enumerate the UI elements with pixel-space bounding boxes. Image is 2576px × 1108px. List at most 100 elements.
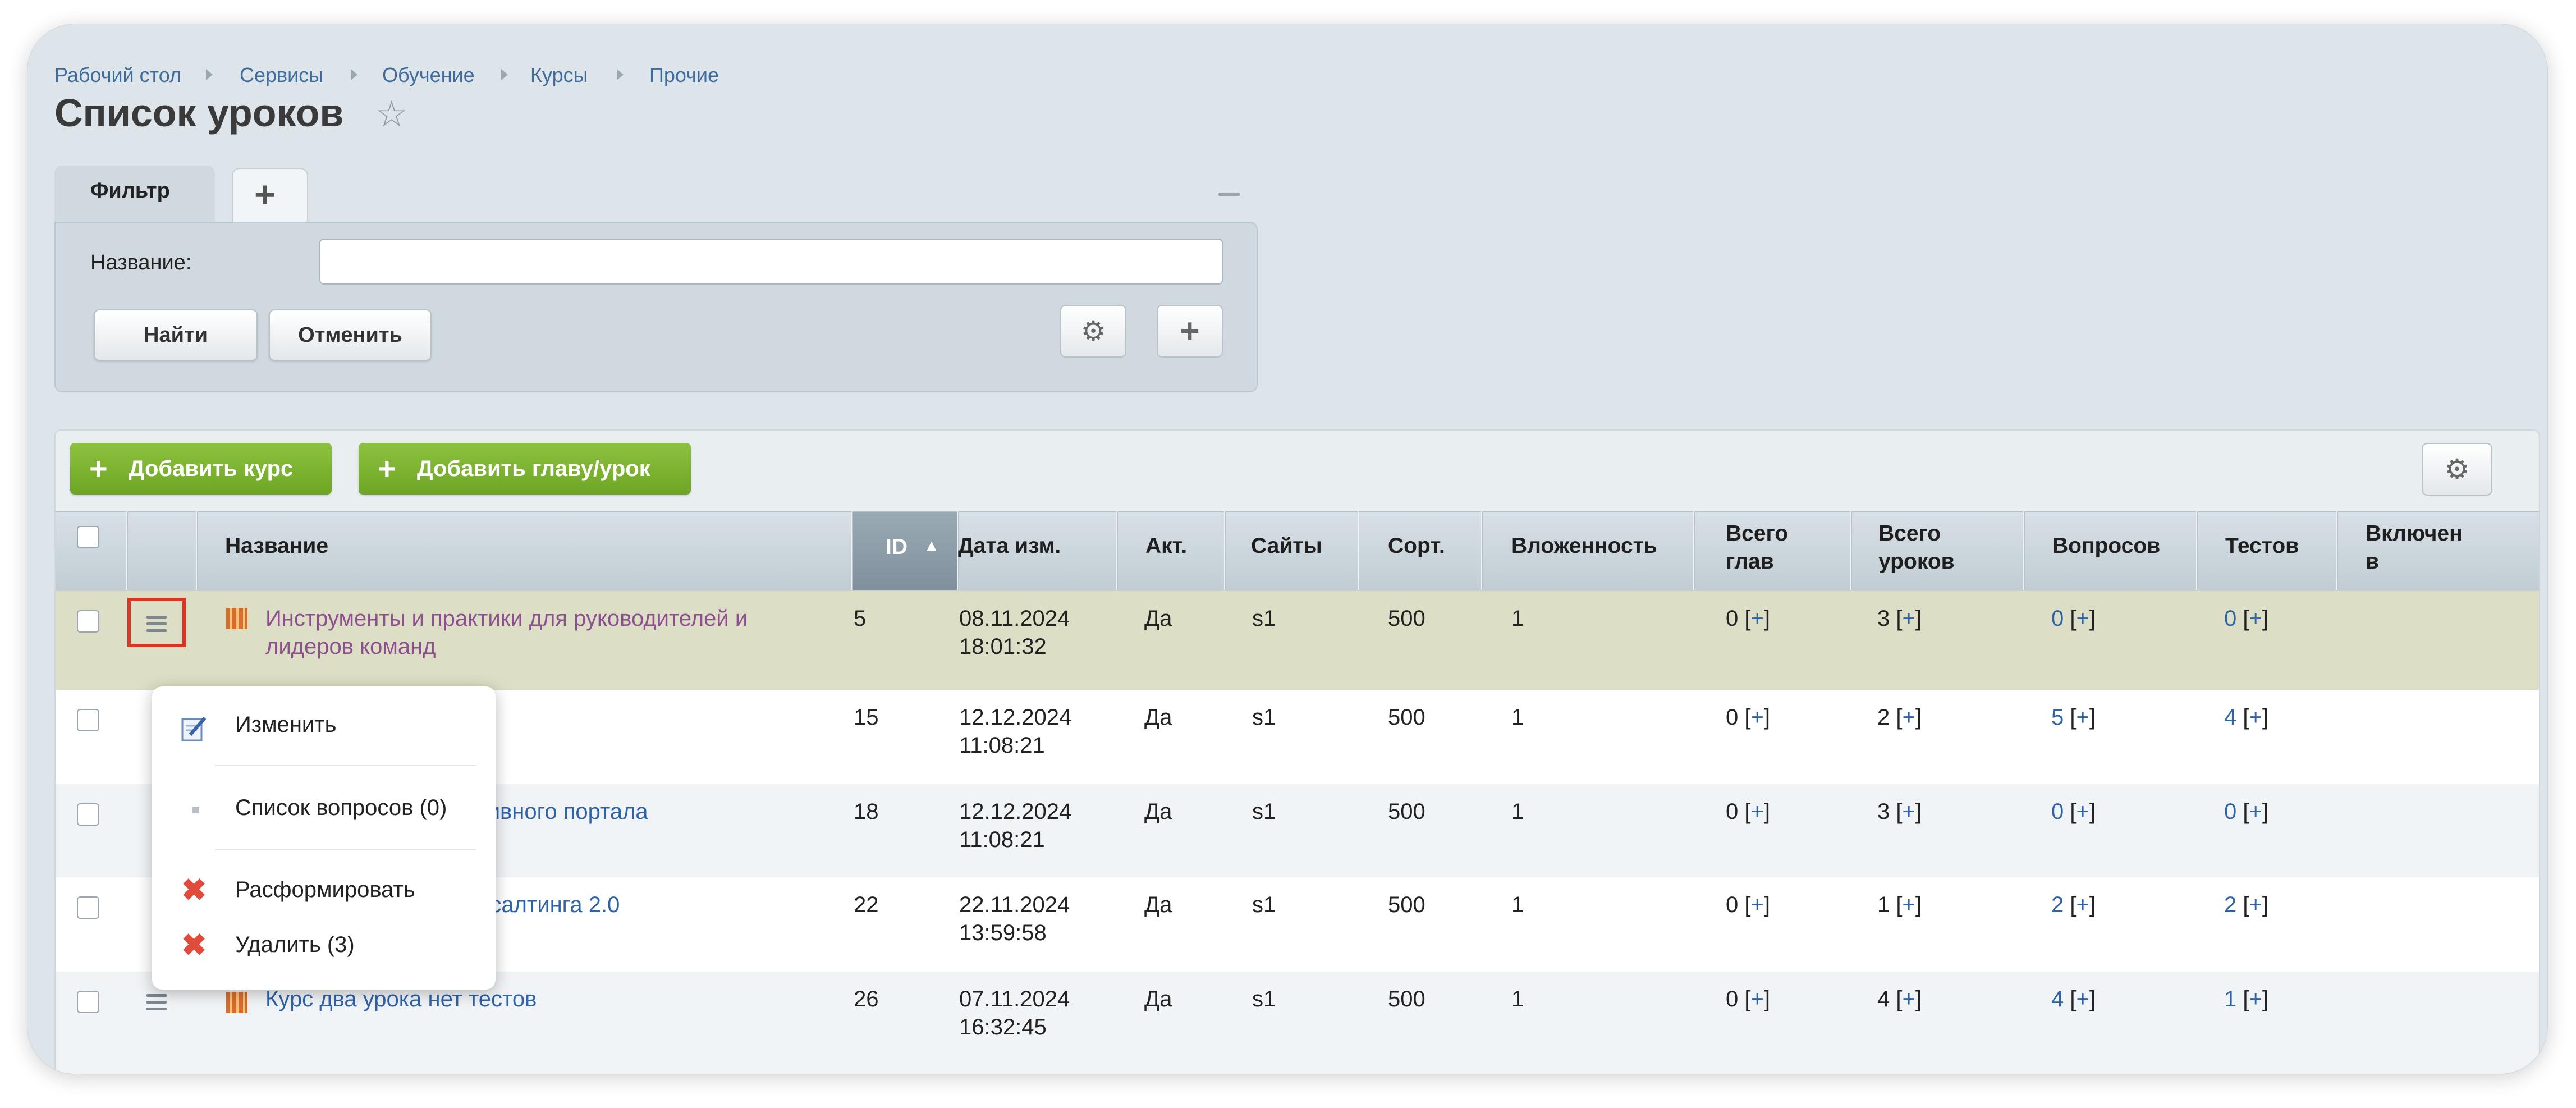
star-icon[interactable]: ☆ <box>375 96 407 132</box>
cell-nesting: 1 <box>1511 987 1524 1011</box>
column-id[interactable]: ID <box>857 534 907 561</box>
list-settings-button[interactable]: ⚙ <box>2422 443 2492 496</box>
edit-icon <box>180 715 208 743</box>
chapters-count: 0 <box>1726 799 1739 824</box>
column-nesting[interactable]: Вложенность <box>1511 533 1657 560</box>
row-checkbox[interactable] <box>77 803 99 826</box>
lesson-name-link[interactable]: Инструменты и практики для руководителей… <box>265 605 748 633</box>
cell-id: 22 <box>854 892 879 917</box>
column-total-lessons-1[interactable]: Всего <box>1878 520 1941 547</box>
tests-link[interactable]: 0 <box>2224 799 2236 824</box>
cell-questions: 0 [+] <box>2051 606 2096 631</box>
column-tests[interactable]: Тестов <box>2225 533 2299 560</box>
filter-settings-button[interactable]: ⚙ <box>1060 305 1126 358</box>
cell-sort: 500 <box>1388 799 1425 824</box>
breadcrumb-item[interactable]: Рабочий стол <box>54 63 181 87</box>
tests-link[interactable]: 4 <box>2224 705 2236 730</box>
add-question-link[interactable]: + <box>2076 987 2089 1011</box>
questions-link[interactable]: 4 <box>2051 987 2064 1011</box>
add-chapter-link[interactable]: + <box>1750 987 1763 1011</box>
cell-date: 12.12.2024 <box>959 705 1072 730</box>
add-chapter-lesson-button[interactable]: + Добавить главу/урок <box>359 443 691 495</box>
column-sites[interactable]: Сайты <box>1251 533 1322 560</box>
cell-sort: 500 <box>1388 705 1425 730</box>
questions-link[interactable]: 0 <box>2051 606 2064 631</box>
column-total-chapters-2[interactable]: глав <box>1726 548 1774 575</box>
row-checkbox[interactable] <box>77 991 99 1013</box>
add-course-button[interactable]: + Добавить курс <box>70 443 332 495</box>
cell-lessons: 4 [+] <box>1877 987 1922 1011</box>
collapse-filter-button[interactable] <box>1218 193 1240 196</box>
delete-icon: ✖ <box>181 928 207 962</box>
add-chapter-link[interactable]: + <box>1750 799 1763 824</box>
column-sort[interactable]: Сорт. <box>1388 533 1445 560</box>
cell-date: 08.11.2024 <box>959 606 1070 631</box>
cell-active: Да <box>1144 799 1172 824</box>
add-filter-field-button[interactable]: + <box>1157 305 1223 358</box>
add-lesson-link[interactable]: + <box>1902 705 1915 730</box>
cell-active: Да <box>1144 892 1172 917</box>
add-test-link[interactable]: + <box>2249 799 2262 824</box>
add-lesson-link[interactable]: + <box>1902 892 1915 917</box>
add-lesson-link[interactable]: + <box>1902 799 1915 824</box>
row-checkbox[interactable] <box>77 896 99 919</box>
find-button[interactable]: Найти <box>94 309 258 361</box>
cell-tests: 2 [+] <box>2224 892 2268 917</box>
column-active[interactable]: Акт. <box>1145 533 1187 560</box>
questions-link[interactable]: 0 <box>2051 799 2064 824</box>
add-question-link[interactable]: + <box>2076 799 2089 824</box>
sort-asc-icon: ▲ <box>923 537 940 555</box>
cell-tests: 0 [+] <box>2224 799 2268 824</box>
tests-link[interactable]: 0 <box>2224 606 2236 631</box>
add-test-link[interactable]: + <box>2249 892 2262 917</box>
column-date[interactable]: Дата изм. <box>958 533 1061 560</box>
add-test-link[interactable]: + <box>2249 705 2262 730</box>
name-filter-input[interactable] <box>319 239 1223 285</box>
add-chapter-link[interactable]: + <box>1750 892 1763 917</box>
row-checkbox[interactable] <box>77 610 99 633</box>
add-chapter-link[interactable]: + <box>1750 705 1763 730</box>
column-total-lessons-2[interactable]: уроков <box>1878 548 1955 575</box>
breadcrumb-item[interactable]: Прочие <box>649 63 719 87</box>
breadcrumb-item[interactable]: Сервисы <box>240 63 323 87</box>
column-included-2[interactable]: в <box>2366 548 2379 575</box>
menu-item-edit[interactable]: Изменить <box>235 712 336 738</box>
delete-icon: ✖ <box>181 873 207 907</box>
cell-time: 11:08:21 <box>959 733 1045 758</box>
tests-link[interactable]: 2 <box>2224 892 2236 917</box>
cell-nesting: 1 <box>1511 892 1524 917</box>
add-question-link[interactable]: + <box>2076 606 2089 631</box>
select-all-checkbox[interactable] <box>77 526 99 548</box>
breadcrumb-item[interactable]: Курсы <box>530 63 588 87</box>
add-chapter-link[interactable]: + <box>1750 606 1763 631</box>
cell-site: s1 <box>1252 892 1276 917</box>
tests-link[interactable]: 1 <box>2224 987 2236 1011</box>
add-question-link[interactable]: + <box>2076 892 2089 917</box>
add-lesson-link[interactable]: + <box>1902 987 1915 1011</box>
row-menu-button-active[interactable] <box>127 598 186 647</box>
add-question-link[interactable]: + <box>2076 705 2089 730</box>
cancel-button[interactable]: Отменить <box>269 309 432 361</box>
menu-item-questions[interactable]: Список вопросов (0) <box>235 795 447 821</box>
lesson-name-link[interactable]: лидеров команд <box>265 633 436 661</box>
add-test-link[interactable]: + <box>2249 606 2262 631</box>
column-name[interactable]: Название <box>225 533 328 560</box>
add-lesson-link[interactable]: + <box>1902 606 1915 631</box>
breadcrumb-item[interactable]: Обучение <box>382 63 475 87</box>
questions-link[interactable]: 5 <box>2051 705 2064 730</box>
column-questions[interactable]: Вопросов <box>2052 533 2160 560</box>
row-checkbox[interactable] <box>77 709 99 731</box>
plus-icon: + <box>378 451 396 486</box>
menu-item-unlink[interactable]: Расформировать <box>235 877 415 903</box>
cell-questions: 5 [+] <box>2051 705 2096 730</box>
add-test-link[interactable]: + <box>2249 987 2262 1011</box>
menu-icon[interactable] <box>146 994 167 1014</box>
questions-link[interactable]: 2 <box>2051 892 2064 917</box>
column-included-1[interactable]: Включен <box>2366 520 2463 547</box>
cell-tests: 1 [+] <box>2224 987 2268 1011</box>
menu-item-delete[interactable]: Удалить (3) <box>235 932 355 958</box>
cell-active: Да <box>1144 705 1172 730</box>
cell-chapters: 0 [+] <box>1726 705 1770 730</box>
add-filter-tab-button[interactable]: + <box>232 168 308 223</box>
column-total-chapters-1[interactable]: Всего <box>1726 520 1788 547</box>
